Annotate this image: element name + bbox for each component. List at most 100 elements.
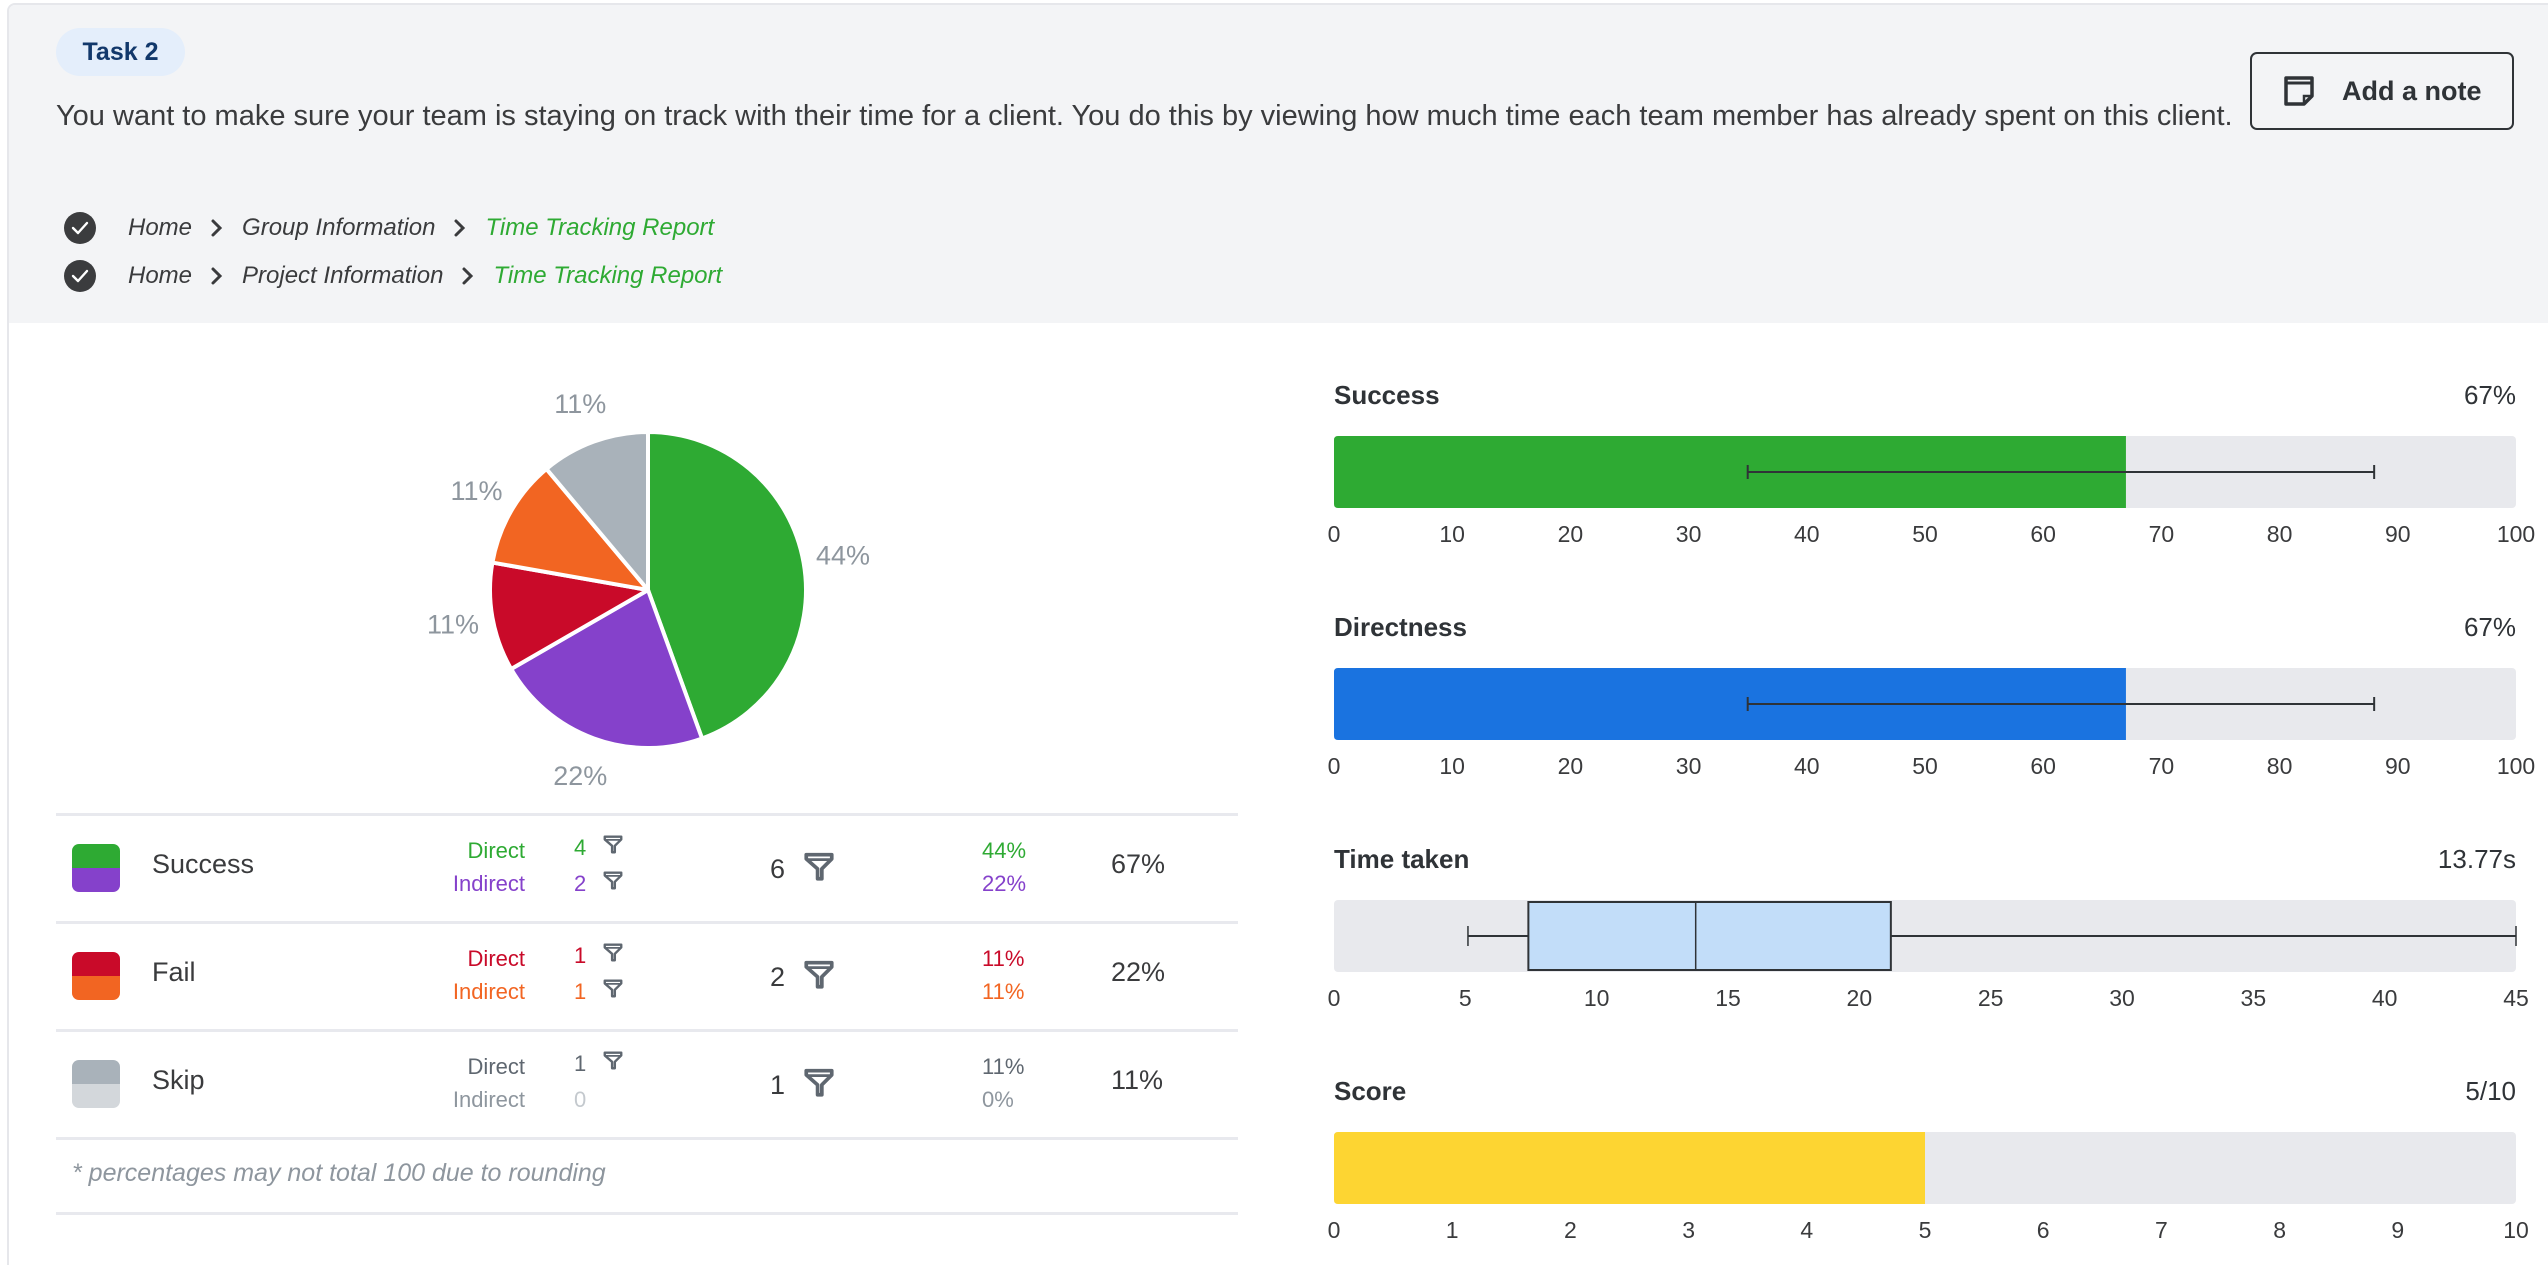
sub-counts: 1 1	[574, 938, 624, 1010]
axis-tick-label: 7	[2155, 1217, 2168, 1243]
add-note-button[interactable]: Add a note	[2250, 52, 2514, 130]
axis-tick-label: 70	[2149, 753, 2175, 779]
outcome-pie-chart: 44% 22% 11% 11% 11%	[420, 370, 900, 800]
metric-value: 67%	[2463, 380, 2516, 410]
axis-tick-label: 35	[2241, 985, 2267, 1011]
table-row: Skip Direct Indirect 1 0 1 11% 0% 11%	[56, 1029, 1238, 1137]
metric-title: Success	[1334, 380, 1440, 410]
check-circle-icon	[64, 212, 96, 244]
axis-tick-label: 40	[1794, 753, 1820, 779]
filter-icon	[603, 979, 623, 998]
outcome-name: Fail	[152, 957, 196, 987]
score-bar-chart: 0 1 2 3 4 5 6 7 8 9 10	[1328, 1132, 2529, 1243]
time-taken-metric: Time taken 13.77s 0 5 10 15 20 25 30 35 40 45	[1328, 830, 2529, 1030]
indirect-label: Indirect	[452, 1087, 525, 1112]
direct-percentage: 11%	[982, 1054, 1025, 1079]
chevron-right-icon	[211, 219, 223, 237]
breadcrumb-item-destination: Time Tracking Report	[493, 262, 723, 289]
table-row: Success Direct Indirect 4 2 6 44% 22% 67…	[56, 813, 1238, 921]
total-count-value: 6	[770, 854, 786, 884]
filter-icon	[804, 1068, 834, 1097]
axis-tick-label: 30	[2109, 985, 2135, 1011]
outcome-percentage: 22%	[1111, 957, 1166, 987]
indirect-percentage: 0%	[982, 1087, 1014, 1112]
axis-tick-label: 50	[1912, 521, 1938, 547]
score-metric: Score 5/10 0 1 2 3 4 5 6 7 8 9 10	[1328, 1062, 2529, 1262]
filter-icon	[603, 835, 623, 854]
metric-value: 13.77s	[2437, 844, 2516, 874]
metric-title: Score	[1334, 1076, 1407, 1106]
axis-tick-label: 2	[1564, 1217, 1577, 1243]
direct-percentage: 11%	[982, 946, 1025, 971]
direct-label: Direct	[467, 1054, 525, 1079]
axis-tick-label: 30	[1676, 753, 1702, 779]
breadcrumb-path-1: Home Group Information Time Tracking Rep…	[64, 211, 714, 245]
axis-tick-label: 0	[1328, 985, 1341, 1011]
axis-tick-label: 40	[1794, 521, 1820, 547]
outcome-percentage: 11%	[1111, 1065, 1164, 1095]
check-circle-icon	[64, 260, 96, 292]
filter-total-button[interactable]	[802, 1065, 836, 1106]
footnote-row: * percentages may not total 100 due to r…	[56, 1137, 1238, 1215]
axis-tick-label: 15	[1715, 985, 1741, 1011]
axis-tick-label: 100	[2497, 753, 2535, 779]
filter-icon	[603, 871, 623, 890]
axis-tick-label: 100	[2497, 521, 2535, 547]
task-badge: Task 2	[56, 28, 185, 76]
outcome-table: Success Direct Indirect 4 2 6 44% 22% 67…	[56, 813, 1238, 1215]
indirect-label: Indirect	[452, 871, 525, 896]
axis-tick-label: 60	[2030, 521, 2056, 547]
axis-tick-label: 20	[1558, 753, 1584, 779]
axis-tick-label: 5	[1459, 985, 1472, 1011]
axis-tick-label: 3	[1682, 1217, 1695, 1243]
sub-labels: Direct Indirect	[453, 834, 525, 900]
filter-direct-button[interactable]	[602, 1046, 624, 1082]
indirect-count: 2	[574, 871, 587, 896]
axis-tick-label: 50	[1912, 753, 1938, 779]
metric-title: Time taken	[1334, 844, 1470, 874]
axis-tick-label: 4	[1800, 1217, 1813, 1243]
outcome-percentage: 67%	[1111, 849, 1166, 879]
swatch-direct	[72, 1060, 120, 1084]
breadcrumb-path-2: Home Project Information Time Tracking R…	[64, 259, 722, 293]
total-count-value: 1	[770, 1070, 786, 1100]
outcome-swatch	[72, 952, 120, 1000]
filter-indirect-button[interactable]	[602, 866, 624, 902]
breadcrumb-item-destination: Time Tracking Report	[485, 214, 715, 241]
axis-tick-label: 10	[1584, 985, 1610, 1011]
axis-tick-label: 20	[1558, 521, 1584, 547]
filter-total-button[interactable]	[802, 957, 836, 998]
axis-tick-label: 6	[2037, 1217, 2050, 1243]
axis-tick-label: 30	[1676, 521, 1702, 547]
sub-counts: 1 0	[574, 1046, 624, 1118]
filter-direct-button[interactable]	[602, 830, 624, 866]
total-count: 2	[770, 957, 836, 998]
indirect-label: Indirect	[452, 979, 525, 1004]
indirect-percentage: 11%	[982, 979, 1025, 1004]
chevron-right-icon	[462, 267, 474, 285]
sub-counts: 4 2	[574, 830, 624, 902]
direct-count: 1	[574, 943, 587, 968]
chevron-right-icon	[454, 219, 466, 237]
filter-direct-button[interactable]	[602, 938, 624, 974]
direct-label: Direct	[467, 838, 525, 863]
filter-total-button[interactable]	[802, 849, 836, 890]
filter-indirect-button[interactable]	[602, 974, 624, 1010]
directness-metric: Directness 67% 0 10 20 30 40 50 60 70 80 90 100	[1328, 598, 2536, 798]
axis-tick-label: 25	[1978, 985, 2004, 1011]
filter-icon	[603, 943, 623, 962]
sub-labels: Direct Indirect	[453, 942, 525, 1008]
outcome-name: Skip	[152, 1065, 205, 1095]
axis-tick-label: 90	[2385, 753, 2411, 779]
chevron-right-icon	[211, 267, 223, 285]
box-iqr	[1527, 901, 1892, 971]
pie-data-label: 11%	[427, 609, 479, 639]
axis-tick-label: 0	[1328, 521, 1341, 547]
success-metric: Success 67% 0 10 20 30 40 50 60 70 80 90 100	[1328, 366, 2536, 566]
task-description: You want to make sure your team is stayi…	[56, 100, 2233, 132]
table-row: Fail Direct Indirect 1 1 2 11% 11% 22%	[56, 921, 1238, 1029]
pie-data-label: 11%	[554, 389, 606, 419]
sub-labels: Direct Indirect	[453, 1050, 525, 1116]
breadcrumb-item: Home	[128, 262, 193, 289]
breadcrumb: Home Group Information Time Tracking Rep…	[128, 214, 714, 242]
